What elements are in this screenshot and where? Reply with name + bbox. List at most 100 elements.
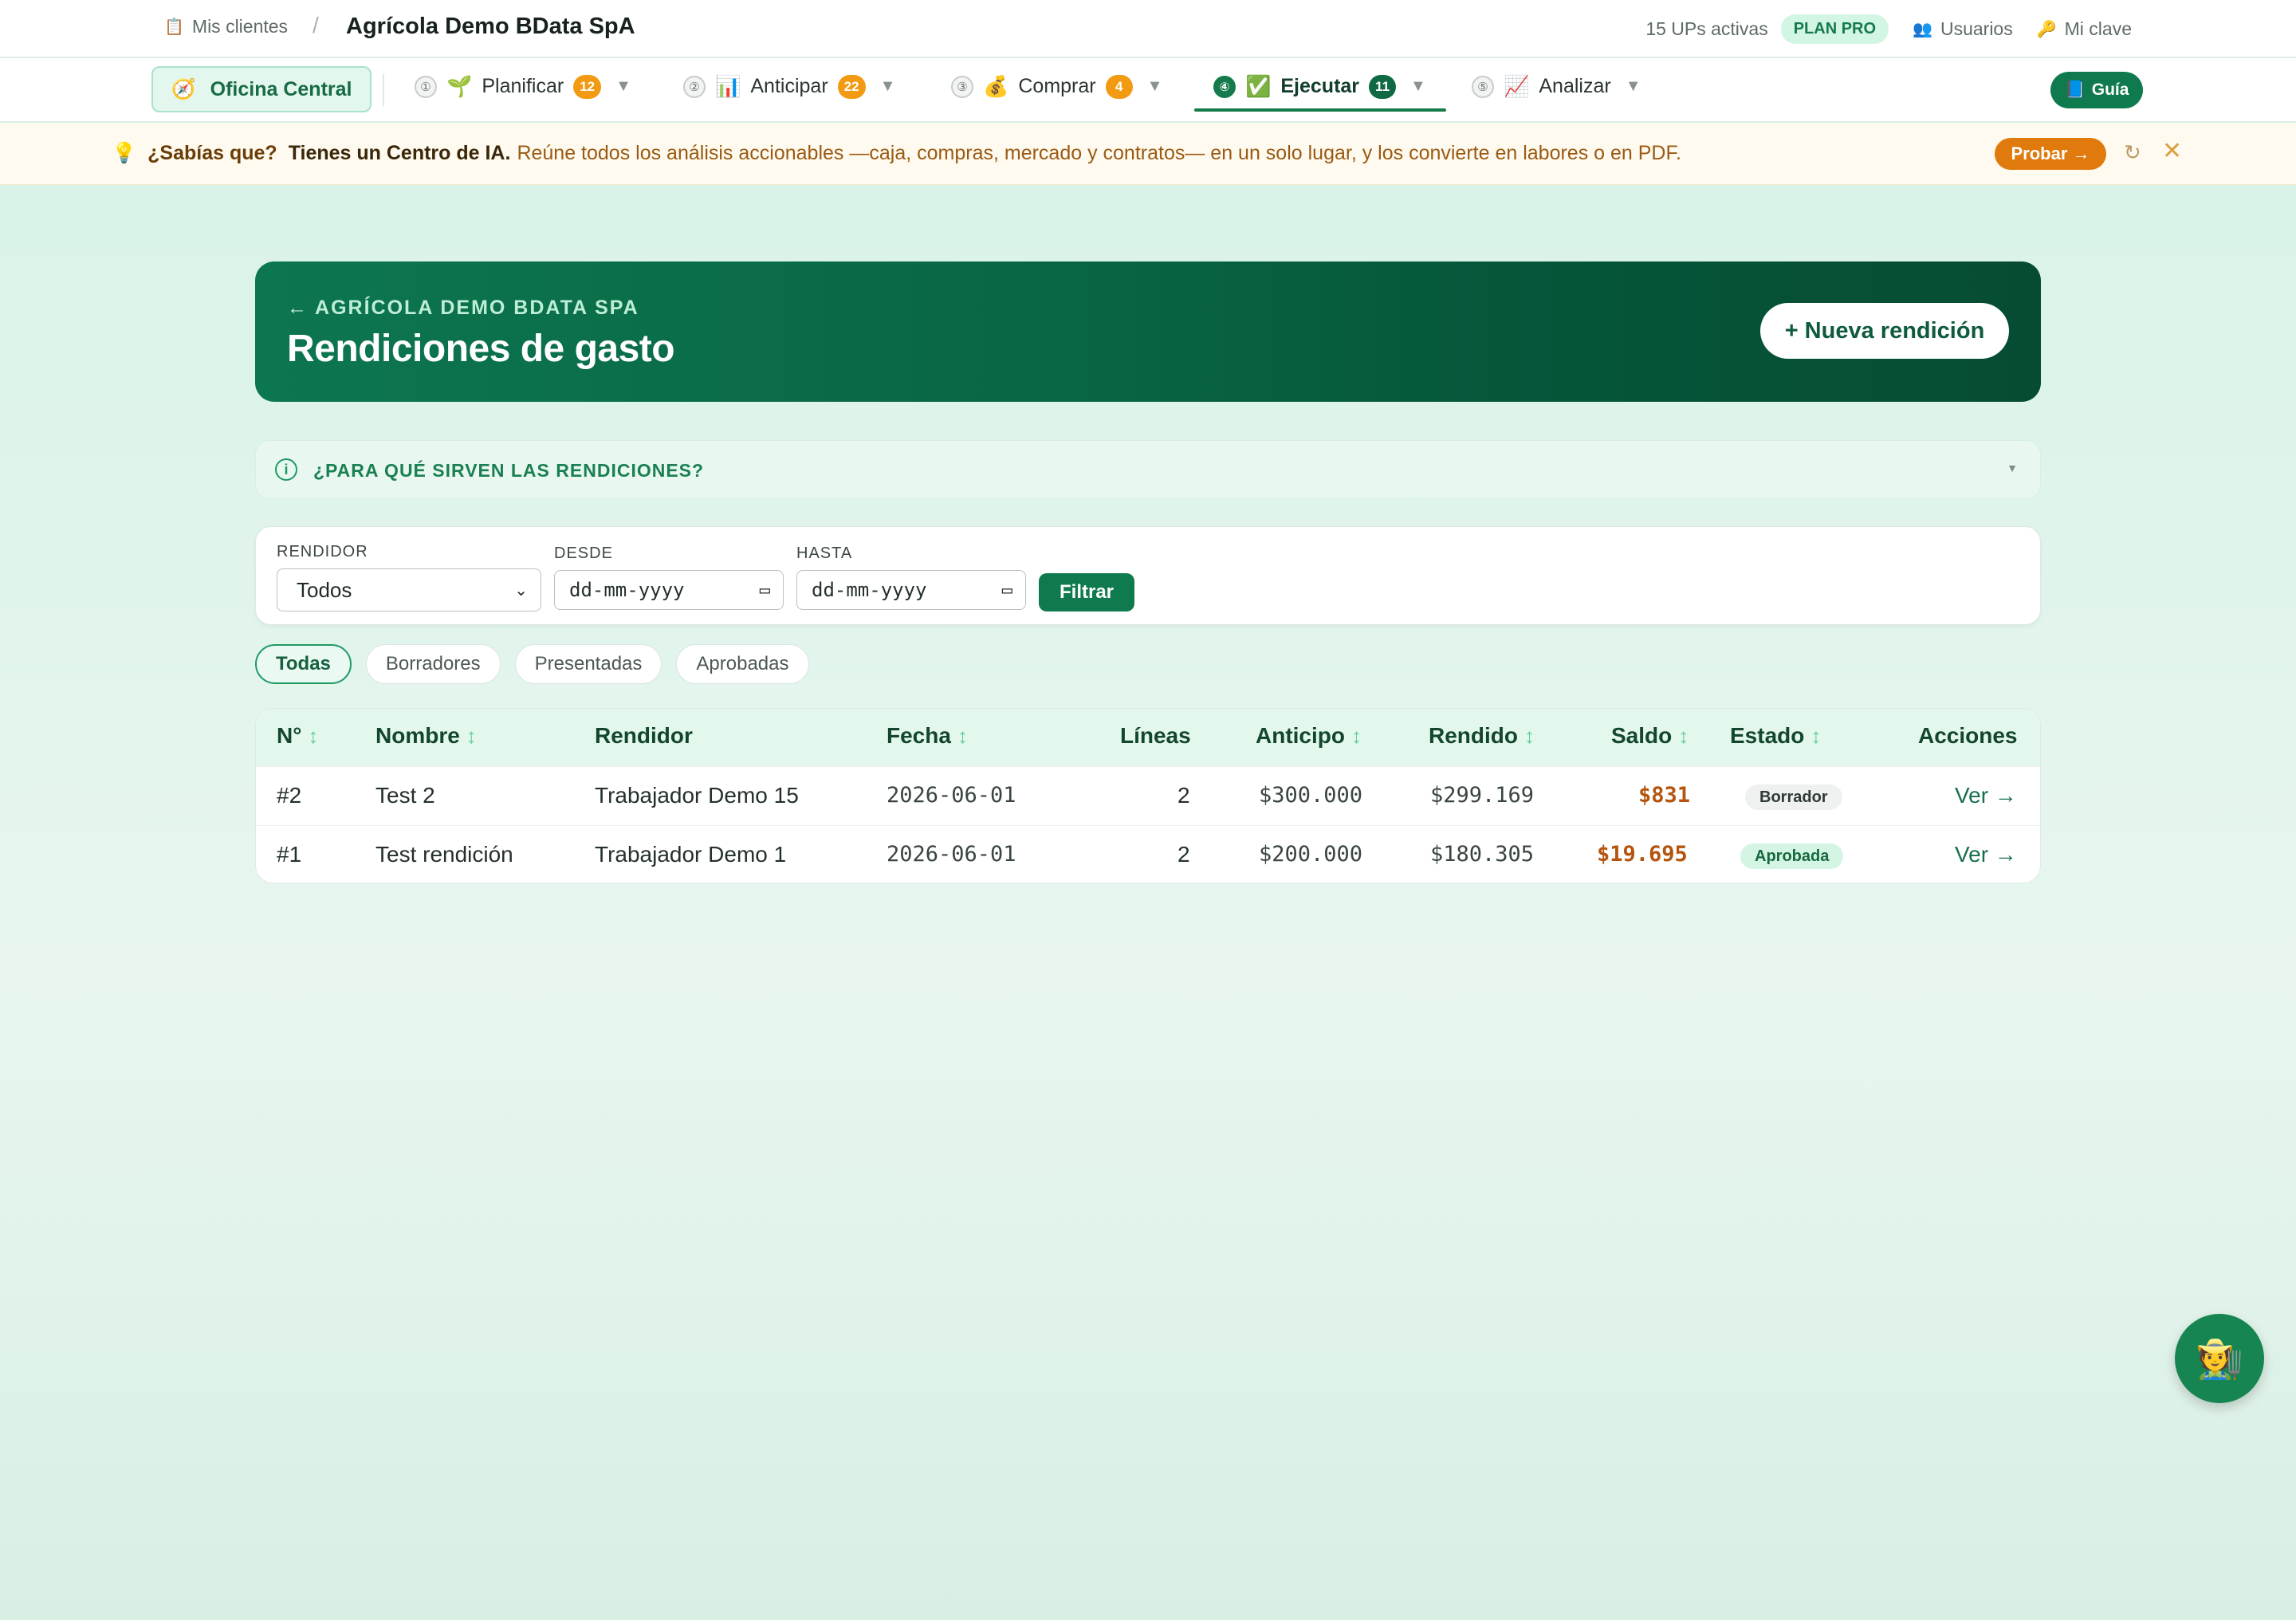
users-link[interactable]: 👥 Usuarios xyxy=(1913,18,2013,40)
sort-icon: ↕ xyxy=(1351,723,1362,748)
table-header: N° ↕ Nombre ↕ Rendidor Fecha ↕ Líneas An… xyxy=(256,709,2040,766)
tab-todas[interactable]: Todas xyxy=(255,644,352,684)
close-icon[interactable]: ✕ xyxy=(2162,137,2182,165)
plan-badge: PLAN PRO xyxy=(1780,14,1889,44)
calendar-icon[interactable]: ▭ xyxy=(760,580,770,600)
tab-presentadas[interactable]: Presentadas xyxy=(514,644,662,684)
nav-label-ejecutar: Ejecutar xyxy=(1280,75,1360,97)
breadcrumb-clients-link[interactable]: 📋 Mis clientes xyxy=(164,16,288,37)
status-badge: Borrador xyxy=(1745,784,1842,810)
back-link[interactable]: ← AGRÍCOLA DEMO BDATA SPA xyxy=(287,297,639,320)
password-label: Mi clave xyxy=(2064,18,2132,39)
office-central-label: Oficina Central xyxy=(210,77,352,100)
nav-divider xyxy=(383,74,384,106)
new-rendicion-button[interactable]: + Nueva rendición xyxy=(1760,303,2009,359)
view-link[interactable]: Ver → xyxy=(1955,842,2017,867)
step-3-icon: ③ xyxy=(951,75,973,98)
chevron-down-icon[interactable]: ▼ xyxy=(1147,77,1163,96)
tab-borradores[interactable]: Borradores xyxy=(365,644,501,684)
cell-rendidor: Trabajador Demo 15 xyxy=(595,783,799,808)
tab-aprobadas[interactable]: Aprobadas xyxy=(676,644,809,684)
cell-saldo: $831 xyxy=(1638,783,1691,808)
col-header-name[interactable]: Nombre ↕ xyxy=(375,723,477,749)
tip-question: ¿Sabías que? xyxy=(147,142,277,164)
top-right-group: 15 UPs activas PLAN PRO 👥 Usuarios 🔑 Mi … xyxy=(1645,14,2132,44)
company-title: Agrícola Demo BData SpA xyxy=(346,14,635,39)
nav-item-analizar[interactable]: ⑤ 📈 Analizar ▼ xyxy=(1472,74,1641,99)
col-header-acciones: Acciones xyxy=(1918,723,2018,749)
col-header-saldo-label: Saldo xyxy=(1611,723,1673,748)
col-header-acciones-label: Acciones xyxy=(1918,723,2018,748)
chevron-down-icon[interactable]: ▼ xyxy=(1626,77,1641,96)
cell-lineas: 2 xyxy=(1177,842,1190,867)
money-bag-icon: 💰 xyxy=(983,74,1009,98)
clipboard-icon: 📋 xyxy=(164,18,184,36)
chevron-down-icon[interactable]: ▼ xyxy=(1410,77,1426,96)
refresh-icon[interactable]: ↻ xyxy=(2124,140,2141,165)
breadcrumb-clients-label: Mis clientes xyxy=(191,16,289,37)
filter-button[interactable]: Filtrar xyxy=(1039,573,1134,611)
compass-icon: 🧭 xyxy=(171,77,196,100)
view-link[interactable]: Ver → xyxy=(1955,783,2017,808)
office-central-button[interactable]: 🧭 Oficina Central xyxy=(151,66,372,112)
nav-item-planificar[interactable]: ① 🌱 Planificar 12 ▼ xyxy=(415,74,631,99)
top-bar: 📋 Mis clientes / Agrícola Demo BData SpA… xyxy=(0,0,2296,57)
try-button[interactable]: Probar → xyxy=(1995,138,2106,170)
tip-banner: 💡 ¿Sabías que? Tienes un Centro de IA. R… xyxy=(0,123,2296,185)
nav-item-ejecutar[interactable]: ④ ✅ Ejecutar 11 ▼ xyxy=(1213,74,1426,99)
guide-label: Guía xyxy=(2091,81,2129,99)
cell-anticipo: $300.000 xyxy=(1259,783,1363,808)
col-header-estado[interactable]: Estado ↕ xyxy=(1730,723,1821,749)
nav-item-comprar[interactable]: ③ 💰 Comprar 4 ▼ xyxy=(951,74,1162,99)
col-header-rendidor: Rendidor xyxy=(595,723,693,749)
col-header-anticipo-label: Anticipo xyxy=(1256,723,1345,748)
col-header-num[interactable]: N° ↕ xyxy=(277,723,318,749)
desde-label: DESDE xyxy=(554,545,613,562)
info-icon: i xyxy=(275,458,297,481)
chevron-down-icon: ▼ xyxy=(2007,462,2018,474)
sort-icon: ↕ xyxy=(466,723,477,748)
col-header-rendido[interactable]: Rendido ↕ xyxy=(1429,723,1535,749)
tip-strong: Tienes un Centro de IA. xyxy=(288,142,511,164)
guide-button[interactable]: 📘 Guía xyxy=(2050,72,2143,108)
active-ups-count: 15 UPs activas xyxy=(1645,18,1768,39)
cell-num: #1 xyxy=(277,842,302,867)
col-header-estado-label: Estado xyxy=(1730,723,1805,748)
col-header-fecha[interactable]: Fecha ↕ xyxy=(887,723,968,749)
seedling-icon: 🌱 xyxy=(446,74,473,98)
nav-item-anticipar[interactable]: ② 📊 Anticipar 22 ▼ xyxy=(683,74,895,99)
hasta-placeholder: dd-mm-yyyy xyxy=(812,579,927,601)
desde-date-input[interactable]: dd-mm-yyyy ▭ xyxy=(554,570,784,610)
password-link[interactable]: 🔑 Mi clave xyxy=(2037,18,2132,40)
col-header-lineas-label: Líneas xyxy=(1120,723,1191,748)
chevron-down-icon[interactable]: ▼ xyxy=(880,77,896,96)
rendidor-label: RENDIDOR xyxy=(277,543,368,560)
cell-name: Test 2 xyxy=(375,783,435,808)
rendiciones-table: N° ↕ Nombre ↕ Rendidor Fecha ↕ Líneas An… xyxy=(255,708,2041,883)
chevron-down-icon[interactable]: ▼ xyxy=(615,77,631,96)
desde-placeholder: dd-mm-yyyy xyxy=(569,579,685,601)
nav-count-ejecutar: 11 xyxy=(1369,74,1397,99)
check-icon: ✅ xyxy=(1245,74,1272,98)
calendar-icon[interactable]: ▭ xyxy=(1002,580,1012,600)
rendidor-select[interactable]: Todos ⌄ xyxy=(277,568,541,611)
cell-anticipo: $200.000 xyxy=(1259,842,1363,867)
assistant-farmer-icon[interactable]: 🧑‍🌾 xyxy=(2175,1314,2264,1403)
sort-icon: ↕ xyxy=(957,723,968,748)
hasta-date-input[interactable]: dd-mm-yyyy ▭ xyxy=(796,570,1026,610)
col-header-saldo[interactable]: Saldo ↕ xyxy=(1611,723,1689,749)
bar-chart-icon: 📊 xyxy=(715,74,741,98)
trend-chart-icon: 📈 xyxy=(1504,74,1530,98)
tip-body: Reúne todos los análisis accionables —ca… xyxy=(517,142,1681,164)
faq-accordion[interactable]: i ¿PARA QUÉ SIRVEN LAS RENDICIONES? ▼ xyxy=(255,440,2041,499)
table-row[interactable]: #2 Test 2 Trabajador Demo 15 2026-06-01 … xyxy=(256,766,2040,825)
chevron-down-icon: ⌄ xyxy=(514,582,528,600)
page-title: Rendiciones de gasto xyxy=(287,328,675,370)
table-row[interactable]: #1 Test rendición Trabajador Demo 1 2026… xyxy=(256,825,2040,883)
col-header-fecha-label: Fecha xyxy=(887,723,951,748)
book-icon: 📘 xyxy=(2064,81,2086,99)
step-1-icon: ① xyxy=(415,75,437,98)
col-header-anticipo[interactable]: Anticipo ↕ xyxy=(1256,723,1362,749)
rendidor-select-value: Todos xyxy=(297,577,352,602)
status-tabs: Todas Borradores Presentadas Aprobadas xyxy=(255,644,809,684)
